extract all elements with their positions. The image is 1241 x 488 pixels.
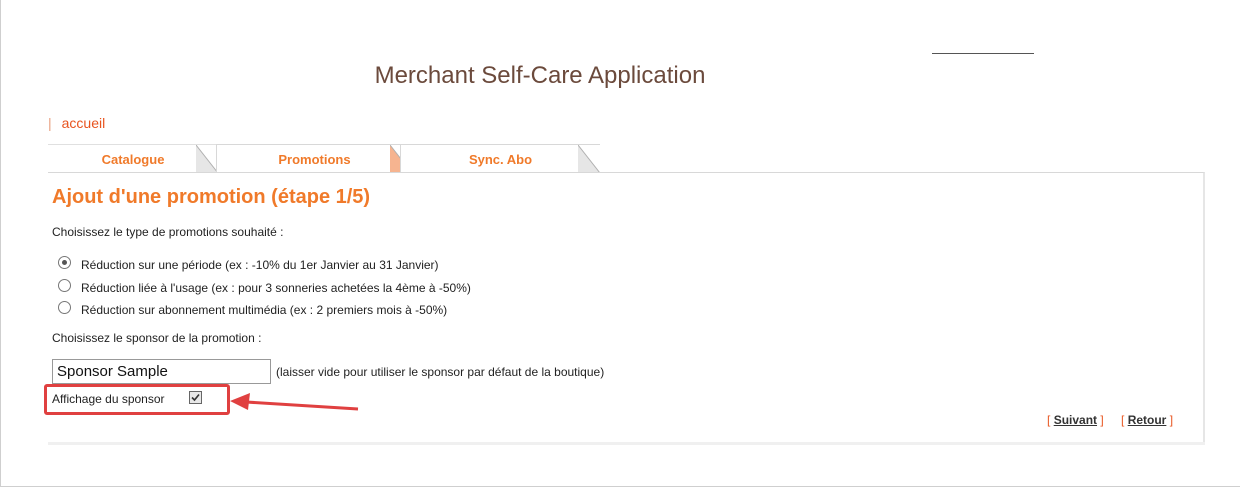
sponsor-display-checkbox[interactable] (189, 391, 202, 404)
bracket-close: ] (1169, 413, 1174, 427)
nav-back: [ Retour ] (1121, 413, 1173, 427)
tab-label: Promotions (278, 152, 351, 167)
radio-subscription-reduction[interactable] (58, 301, 71, 314)
option-hint: (ex : pour 3 sonneries achetées la 4ème … (211, 281, 471, 295)
tab-label: Catalogue (101, 152, 165, 167)
breadcrumb: | accueil (48, 115, 105, 131)
option-hint: (ex : 2 premiers mois à -50%) (289, 303, 448, 317)
radio-label: Réduction liée à l'usage (ex : pour 3 so… (81, 281, 471, 295)
option-label: Réduction sur une période (81, 258, 222, 272)
tab-sync-abo[interactable]: Sync. Abo (400, 144, 600, 173)
top-divider (932, 53, 1034, 54)
bracket-open: [ (1047, 413, 1051, 427)
tab-corner-icon (196, 145, 218, 173)
tab-promotions[interactable]: Promotions (216, 144, 412, 173)
annotation-arrow-icon (230, 393, 359, 411)
breadcrumb-separator: | (48, 115, 52, 131)
back-link[interactable]: Retour (1128, 413, 1167, 427)
radio-label: Réduction sur abonnement multimédia (ex … (81, 303, 447, 317)
page-title: Ajout d'une promotion (étape 1/5) (52, 186, 371, 208)
radio-usage-reduction[interactable] (58, 279, 71, 292)
app-title: Merchant Self-Care Application (374, 62, 706, 89)
radio-label: Réduction sur une période (ex : -10% du … (81, 258, 439, 272)
nav-next: [ Suivant ] (1047, 413, 1104, 427)
sponsor-hint: (laisser vide pour utiliser le sponsor p… (276, 365, 605, 379)
next-link[interactable]: Suivant (1054, 413, 1097, 427)
sponsor-prompt: Choisissez le sponsor de la promotion : (52, 331, 262, 345)
home-link[interactable]: accueil (62, 115, 106, 131)
tab-label: Sync. Abo (468, 152, 533, 167)
panel-bottom-edge (48, 442, 1205, 445)
type-prompt: Choisissez le type de promotions souhait… (52, 225, 284, 239)
tab-corner-icon (578, 145, 600, 173)
bracket-close: ] (1100, 413, 1104, 427)
option-hint: (ex : -10% du 1er Janvier au 31 Janvier) (225, 258, 439, 272)
radio-period-reduction[interactable] (58, 256, 71, 269)
tab-catalogue[interactable]: Catalogue (48, 144, 218, 173)
sponsor-input[interactable] (52, 359, 271, 384)
option-label: Réduction liée à l'usage (81, 281, 209, 295)
checkmark-icon (191, 393, 200, 402)
option-label: Réduction sur abonnement multimédia (81, 303, 287, 317)
bracket-open: [ (1121, 413, 1125, 427)
sponsor-display-label: Affichage du sponsor (52, 392, 165, 406)
